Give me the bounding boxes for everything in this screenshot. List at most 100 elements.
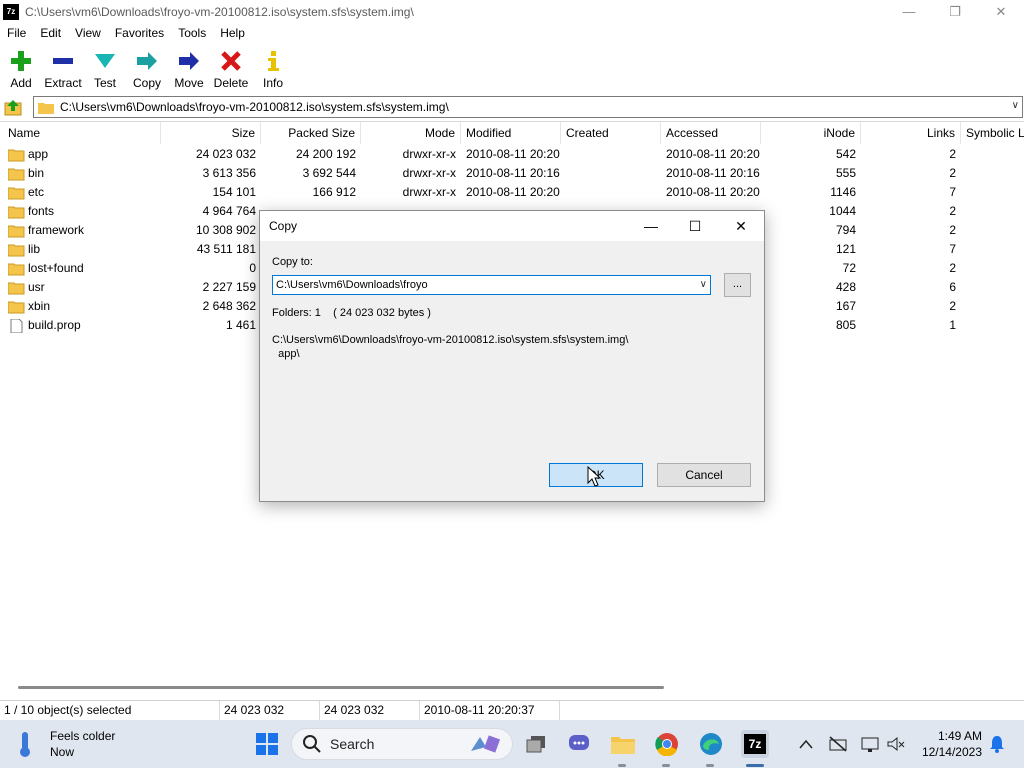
- cell-modified: 2010-08-11 20:20: [466, 185, 560, 199]
- search-highlight-icon: [471, 735, 501, 753]
- chat-icon[interactable]: [565, 730, 593, 758]
- cell-size: 4 964 764: [202, 204, 256, 218]
- col-created[interactable]: Created: [561, 122, 661, 144]
- move-arrow-icon: [177, 49, 201, 73]
- menu-bar: File Edit View Favorites Tools Help: [0, 23, 1024, 43]
- col-mode[interactable]: Mode: [361, 122, 461, 144]
- cell-packed: 3 692 544: [302, 166, 356, 180]
- file-explorer-icon[interactable]: [609, 730, 637, 758]
- cell-inode: 72: [842, 261, 856, 275]
- 7zip-app-icon: 7z: [3, 3, 19, 20]
- volume-muted-icon[interactable]: [882, 730, 910, 758]
- col-size[interactable]: Size: [161, 122, 261, 144]
- cell-links: 7: [949, 185, 956, 199]
- file-name: bin: [28, 166, 45, 180]
- task-view-icon[interactable]: [522, 730, 550, 758]
- edge-running-indicator: [706, 764, 714, 767]
- cell-inode: 555: [835, 166, 856, 180]
- cell-inode: 121: [835, 242, 856, 256]
- menu-view[interactable]: View: [68, 26, 108, 40]
- clock-date: 12/14/2023: [921, 745, 982, 759]
- cell-inode: 805: [835, 318, 856, 332]
- maximize-button[interactable]: ❐: [932, 0, 978, 23]
- address-bar[interactable]: C:\Users\vm6\Downloads\froyo-vm-20100812…: [33, 96, 1023, 118]
- status-size: 24 023 032: [220, 701, 320, 720]
- horizontal-scrollbar[interactable]: [18, 686, 664, 689]
- browse-button[interactable]: ...: [724, 273, 751, 297]
- folder-icon: [8, 206, 25, 218]
- chevron-down-icon[interactable]: ∨: [1012, 100, 1019, 111]
- table-row[interactable]: bin 3 613 356 3 692 544 drwxr-xr-x 2010-08-1…: [0, 164, 1024, 183]
- col-links[interactable]: Links: [861, 122, 961, 144]
- clock-time: 1:49 AM: [937, 729, 982, 743]
- menu-favorites[interactable]: Favorites: [108, 26, 171, 40]
- cell-created: [561, 164, 661, 183]
- cell-size: 3 613 356: [202, 166, 256, 180]
- cell-mode: drwxr-xr-x: [402, 147, 456, 161]
- network-disconnected-icon[interactable]: [824, 730, 852, 758]
- delete-button[interactable]: Delete: [210, 45, 252, 93]
- cell-name: app: [3, 145, 161, 164]
- cell-size: 0: [249, 261, 256, 275]
- folder-icon: [8, 263, 25, 275]
- col-packed-size[interactable]: Packed Size: [261, 122, 361, 144]
- menu-help[interactable]: Help: [213, 26, 252, 40]
- menu-tools[interactable]: Tools: [171, 26, 213, 40]
- weather-widget[interactable]: Feels colder Now: [14, 728, 115, 760]
- col-name[interactable]: Name: [3, 122, 161, 144]
- cell-size: 24 023 032: [195, 147, 256, 161]
- chrome-icon[interactable]: [653, 730, 681, 758]
- cancel-button[interactable]: Cancel: [657, 463, 751, 487]
- info-button[interactable]: Info: [252, 45, 294, 93]
- source-path: C:\Users\vm6\Downloads\froyo-vm-20100812…: [272, 333, 628, 361]
- chevron-up-icon[interactable]: [792, 730, 820, 758]
- test-button[interactable]: Test: [84, 45, 126, 93]
- menu-edit[interactable]: Edit: [33, 26, 68, 40]
- taskbar-search[interactable]: Search: [291, 728, 513, 760]
- destination-combobox[interactable]: C:\Users\vm6\Downloads\froyo ∨: [272, 275, 711, 295]
- chevron-down-icon[interactable]: ∨: [700, 279, 707, 290]
- up-folder-button[interactable]: [3, 97, 25, 117]
- copy-label: Copy: [132, 76, 161, 90]
- system-clock[interactable]: 1:49 AM 12/14/2023: [918, 728, 982, 760]
- cell-size: 2 648 362: [202, 299, 256, 313]
- col-modified[interactable]: Modified: [461, 122, 561, 144]
- cell-size: 10 308 902: [195, 223, 256, 237]
- table-row[interactable]: app 24 023 032 24 200 192 drwxr-xr-x 2010-08…: [0, 145, 1024, 164]
- add-label: Add: [10, 76, 32, 90]
- 7zip-taskbar-icon[interactable]: 7z: [741, 730, 769, 758]
- weather-line2: Now: [50, 745, 75, 759]
- col-inode[interactable]: iNode: [761, 122, 861, 144]
- notification-bell-icon[interactable]: [983, 730, 1011, 758]
- status-packed: 24 023 032: [320, 701, 420, 720]
- dialog-maximize-button[interactable]: ☐: [680, 217, 710, 235]
- cell-links: 1: [949, 318, 956, 332]
- close-button[interactable]: ✕: [978, 0, 1024, 23]
- dialog-title-bar: Copy — ☐ ✕: [260, 211, 764, 241]
- table-row[interactable]: etc 154 101 166 912 drwxr-xr-x 2010-08-11 20…: [0, 183, 1024, 202]
- display-icon[interactable]: [856, 730, 884, 758]
- file-name: framework: [28, 223, 85, 237]
- cell-name: fonts: [3, 202, 161, 221]
- minimize-button[interactable]: —: [886, 0, 932, 23]
- file-name: lost+found: [28, 261, 84, 275]
- dialog-close-button[interactable]: ✕: [726, 217, 756, 235]
- cell-name: lib: [3, 240, 161, 259]
- menu-file[interactable]: File: [0, 26, 33, 40]
- folder-icon: [8, 149, 25, 161]
- search-icon: [303, 735, 321, 753]
- dialog-minimize-button[interactable]: —: [636, 217, 666, 235]
- copy-button[interactable]: Copy: [126, 45, 168, 93]
- list-header: Name Size Packed Size Mode Modified Crea…: [0, 122, 1024, 144]
- extract-label: Extract: [44, 76, 82, 90]
- col-accessed[interactable]: Accessed: [661, 122, 761, 144]
- extract-button[interactable]: Extract: [42, 45, 84, 93]
- add-button[interactable]: Add: [0, 45, 42, 93]
- windows-start-icon[interactable]: [253, 730, 281, 758]
- source-path-line: C:\Users\vm6\Downloads\froyo-vm-20100812…: [272, 334, 629, 346]
- col-symbolic-link[interactable]: Symbolic L: [961, 122, 1024, 144]
- cell-mode: drwxr-xr-x: [402, 185, 456, 199]
- edge-icon[interactable]: [697, 730, 725, 758]
- move-button[interactable]: Move: [168, 45, 210, 93]
- copy-arrow-icon: [135, 49, 159, 73]
